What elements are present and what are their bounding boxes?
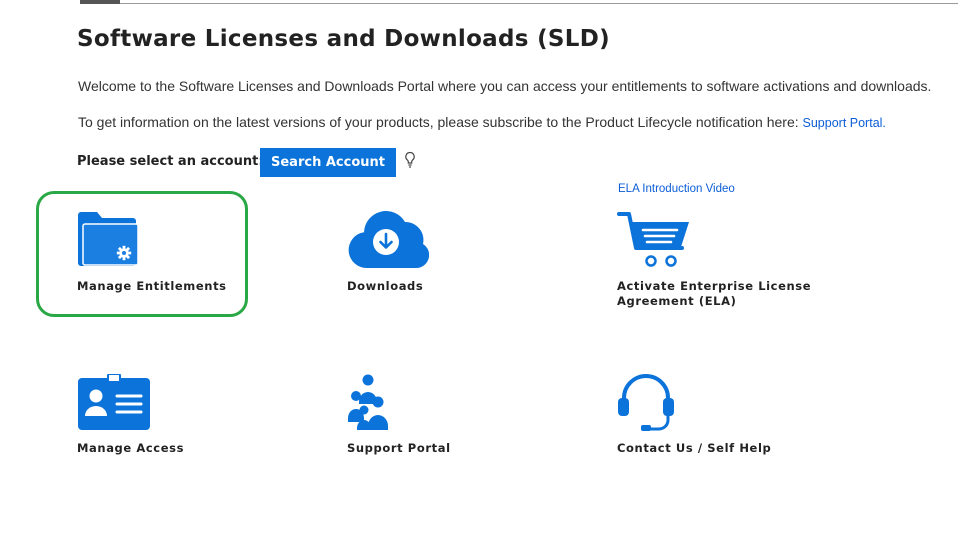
page-title: Software Licenses and Downloads (SLD) <box>77 26 610 52</box>
lightbulb-icon[interactable] <box>404 151 416 169</box>
people-group-icon <box>348 374 388 430</box>
tile-label: Support Portal <box>347 441 451 455</box>
tile-manage-entitlements[interactable]: Manage Entitlements <box>77 210 237 300</box>
top-divider <box>80 3 958 4</box>
tile-downloads[interactable]: Downloads <box>347 210 507 300</box>
tile-label: Manage Entitlements <box>77 279 227 293</box>
folder-gear-icon <box>78 212 139 266</box>
welcome-text: Welcome to the Software Licenses and Dow… <box>78 78 932 94</box>
tile-contact-us[interactable]: Contact Us / Self Help <box>617 374 797 464</box>
shopping-cart-icon <box>617 212 689 267</box>
ela-video-link[interactable]: ELA Introduction Video <box>618 183 735 195</box>
tile-label: Activate Enterprise License Agreement (E… <box>617 279 812 308</box>
cloud-download-icon <box>348 211 429 269</box>
tile-support-portal[interactable]: Support Portal <box>347 374 507 464</box>
tile-label: Contact Us / Self Help <box>617 441 772 455</box>
tile-manage-access[interactable]: Manage Access <box>77 374 237 464</box>
account-label: Please select an account: <box>77 154 264 169</box>
tile-label: Downloads <box>347 279 424 293</box>
headset-icon <box>618 374 674 431</box>
info-text: To get information on the latest version… <box>78 114 886 130</box>
tile-activate-ela[interactable]: Activate Enterprise License Agreement (E… <box>617 210 817 310</box>
id-badge-icon <box>78 374 150 430</box>
info-prefix: To get information on the latest version… <box>78 114 799 130</box>
tile-label: Manage Access <box>77 441 185 455</box>
search-account-button[interactable]: Search Account <box>260 148 396 177</box>
support-portal-link[interactable]: Support Portal. <box>803 116 886 130</box>
top-tab-indicator <box>80 0 120 4</box>
